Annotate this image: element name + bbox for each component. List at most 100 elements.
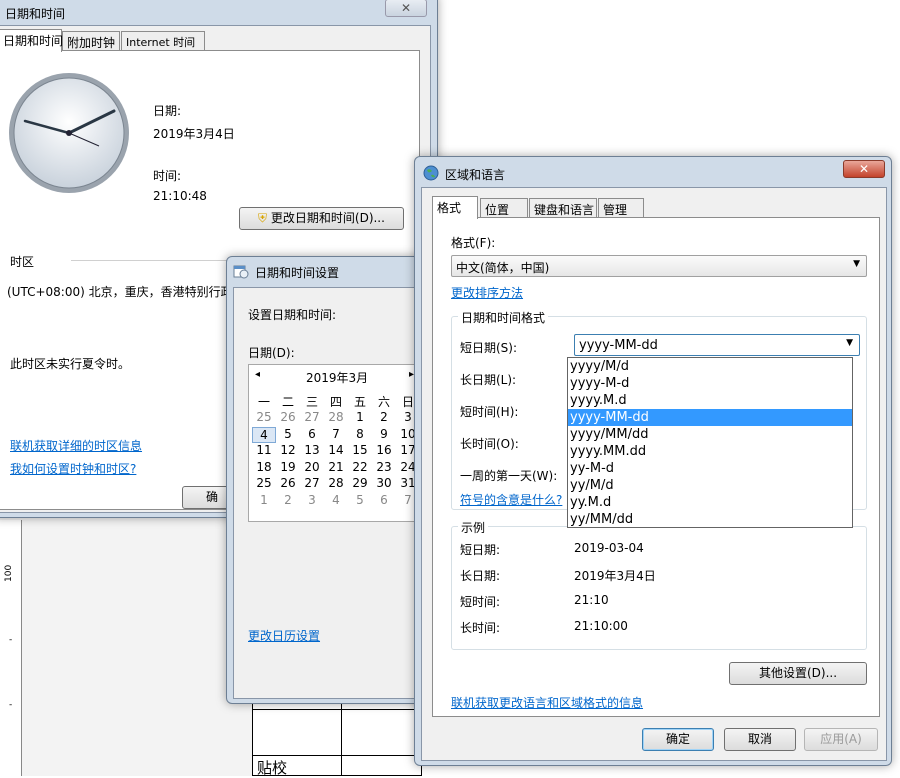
- calendar-day[interactable]: 2: [372, 410, 396, 427]
- calendar-day[interactable]: 3: [300, 493, 324, 510]
- chevron-down-icon: ▼: [846, 338, 853, 348]
- dropdown-option[interactable]: yy/MM/dd: [568, 511, 852, 528]
- apply-button[interactable]: 应用(A): [804, 728, 878, 751]
- calendar-day[interactable]: 19: [276, 460, 300, 477]
- calendar-month-title[interactable]: 2019年3月: [306, 369, 368, 386]
- tab-keyboards-languages[interactable]: 键盘和语言: [529, 198, 597, 218]
- dropdown-option[interactable]: yy-M-d: [568, 460, 852, 477]
- first-day-label: 一周的第一天(W):: [460, 469, 558, 483]
- short-date-select[interactable]: yyyy-MM-dd ▼: [574, 334, 860, 356]
- tab-location[interactable]: 位置: [480, 198, 528, 218]
- dropdown-option[interactable]: yyyy.M.d: [568, 392, 852, 409]
- time-value: 21:10:48: [153, 189, 207, 203]
- calendar-day[interactable]: 26: [276, 410, 300, 427]
- calendar-day[interactable]: 11: [252, 443, 276, 460]
- dropdown-option[interactable]: yyyy/M/d: [568, 358, 852, 375]
- calendar-day[interactable]: 9: [372, 427, 396, 444]
- calendar-day[interactable]: 4: [252, 426, 276, 443]
- calendar-day[interactable]: 1: [252, 493, 276, 510]
- time-label: 时间:: [153, 169, 182, 183]
- example-long-date-label: 长日期:: [460, 569, 501, 583]
- calendar-day[interactable]: 13: [300, 443, 324, 460]
- calendar-day[interactable]: 7: [324, 427, 348, 444]
- symbols-meaning-link[interactable]: 符号的含意是什么?: [460, 491, 562, 508]
- other-settings-button[interactable]: 其他设置(D)...: [729, 662, 867, 685]
- long-time-label: 长时间(O):: [460, 437, 519, 451]
- calendar-day[interactable]: 25: [252, 410, 276, 427]
- calendar-day[interactable]: 18: [252, 460, 276, 477]
- calendar-day[interactable]: 28: [324, 410, 348, 427]
- example-short-time-value: 21:10: [574, 593, 609, 607]
- calendar-day[interactable]: 2: [276, 493, 300, 510]
- ruler-label: 100: [4, 564, 14, 582]
- dropdown-option[interactable]: yy/M/d: [568, 477, 852, 494]
- ok-button[interactable]: 确定: [642, 728, 714, 751]
- calendar-day[interactable]: 22: [348, 460, 372, 477]
- dropdown-option[interactable]: yyyy/MM/dd: [568, 426, 852, 443]
- short-date-value: yyyy-MM-dd: [579, 338, 658, 353]
- weekday-label: 五: [353, 395, 366, 409]
- calendar-day[interactable]: 26: [276, 476, 300, 493]
- calendar-day[interactable]: 21: [324, 460, 348, 477]
- change-datetime-label: 更改日期和时间(D)...: [270, 211, 385, 225]
- example-short-time-label: 短时间:: [460, 595, 501, 609]
- prev-month-icon[interactable]: ◂: [255, 369, 260, 380]
- analog-clock-icon: [9, 73, 129, 193]
- calendar-day[interactable]: 4: [324, 493, 348, 510]
- calendar-day[interactable]: 5: [348, 493, 372, 510]
- format-label: 格式(F):: [451, 236, 496, 250]
- calendar-day[interactable]: 20: [300, 460, 324, 477]
- calendar-day[interactable]: 29: [348, 476, 372, 493]
- calendar-day[interactable]: 27: [300, 476, 324, 493]
- calendar[interactable]: ◂ 2019年3月 ▸ 一二三四五六日 25 26 27 28 1 2 3 4 5 6 7 8 9 10 1…: [248, 364, 428, 522]
- calendar-day[interactable]: 5: [276, 427, 300, 444]
- calendar-day[interactable]: 8: [348, 427, 372, 444]
- example-long-time-label: 长时间:: [460, 621, 501, 635]
- calendar-day[interactable]: 23: [372, 460, 396, 477]
- calendar-day[interactable]: 27: [300, 410, 324, 427]
- format-select[interactable]: 中文(简体，中国) ▼: [451, 255, 867, 277]
- calendar-day[interactable]: 6: [372, 493, 396, 510]
- short-time-label: 短时间(H):: [460, 405, 519, 419]
- close-button[interactable]: ✕: [385, 0, 427, 17]
- shield-icon: ⛨: [258, 211, 268, 225]
- globe-icon: [423, 165, 439, 181]
- background-table: 贴校: [252, 700, 422, 777]
- example-short-date-value: 2019-03-04: [574, 541, 644, 555]
- timezone-header: 时区: [10, 255, 35, 269]
- change-sort-link[interactable]: 更改排序方法: [451, 284, 523, 301]
- calendar-day[interactable]: 25: [252, 476, 276, 493]
- tab-internet-time[interactable]: Internet 时间: [121, 31, 205, 51]
- timezone-value: (UTC+08:00) 北京，重庆，香港特别行政: [7, 285, 233, 299]
- example-short-date-label: 短日期:: [460, 543, 501, 557]
- timezone-info-link[interactable]: 联机获取详细的时区信息: [10, 437, 142, 454]
- tab-additional-clocks[interactable]: 附加时钟: [62, 31, 120, 51]
- calendar-day[interactable]: 12: [276, 443, 300, 460]
- calendar-day[interactable]: 14: [324, 443, 348, 460]
- tab-formats[interactable]: 格式: [432, 196, 478, 219]
- date-label: 日期(D):: [248, 346, 295, 360]
- cancel-button[interactable]: 取消: [724, 728, 796, 751]
- calendar-day[interactable]: 30: [372, 476, 396, 493]
- group-title: 示例: [458, 519, 489, 536]
- calendar-day[interactable]: 6: [300, 427, 324, 444]
- tab-administrative[interactable]: 管理: [598, 198, 644, 218]
- online-info-link[interactable]: 联机获取更改语言和区域格式的信息: [451, 694, 643, 711]
- howto-link[interactable]: 我如何设置时钟和时区?: [10, 460, 136, 477]
- dropdown-option[interactable]: yyyy.MM.dd: [568, 443, 852, 460]
- dst-note: 此时区未实行夏令时。: [10, 357, 131, 371]
- dropdown-option[interactable]: yy.M.d: [568, 494, 852, 511]
- window-title: 区域和语言: [445, 168, 506, 182]
- datetime-settings-window: 日期和时间设置 设置日期和时间: 日期(D): ◂ 2019年3月 ▸ 一二三四…: [226, 256, 432, 704]
- calendar-day[interactable]: 15: [348, 443, 372, 460]
- change-datetime-button[interactable]: ⛨ 更改日期和时间(D)...: [239, 207, 404, 230]
- change-calendar-link[interactable]: 更改日历设置: [248, 627, 320, 644]
- calendar-day[interactable]: 1: [348, 410, 372, 427]
- calendar-day[interactable]: 28: [324, 476, 348, 493]
- dropdown-option[interactable]: yyyy-M-d: [568, 375, 852, 392]
- close-button[interactable]: ✕: [843, 160, 885, 178]
- dropdown-option[interactable]: yyyy-MM-dd: [568, 409, 852, 426]
- tab-date-time[interactable]: 日期和时间: [0, 29, 63, 52]
- calendar-day[interactable]: 16: [372, 443, 396, 460]
- short-date-dropdown[interactable]: yyyy/M/d yyyy-M-d yyyy.M.d yyyy-MM-dd yyyy/M…: [567, 357, 853, 528]
